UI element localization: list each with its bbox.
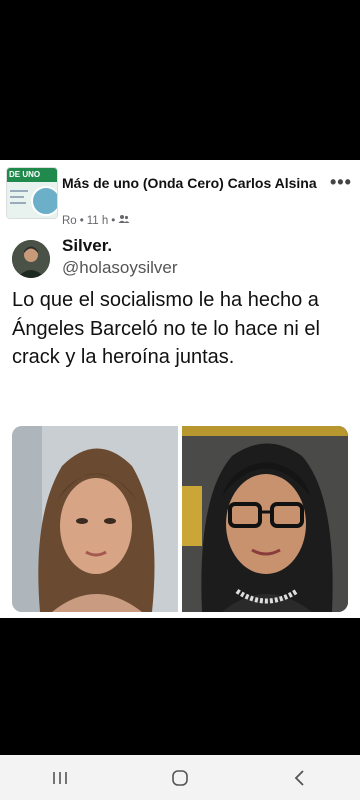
meta-separator: • xyxy=(111,214,116,227)
bottom-black-area xyxy=(0,618,360,755)
friends-audience-icon xyxy=(118,214,130,227)
more-options-icon[interactable]: ••• xyxy=(330,172,352,193)
post-author[interactable]: Ro xyxy=(62,215,77,227)
post-time[interactable]: 11 h xyxy=(87,215,109,227)
post-meta: Ro • 11 h • xyxy=(62,214,130,227)
tweet-author-handle[interactable]: @holasoysilver xyxy=(62,258,178,278)
group-avatar-badge xyxy=(31,186,57,216)
group-avatar[interactable]: DE UNO xyxy=(6,167,58,219)
facebook-post: DE UNO Más de uno (Onda Cero) Carlos Als… xyxy=(0,160,360,618)
back-icon[interactable] xyxy=(280,758,320,798)
home-icon[interactable] xyxy=(160,758,200,798)
tweet-photo-right[interactable] xyxy=(182,426,348,612)
top-black-area xyxy=(0,0,360,160)
tweet-author-name[interactable]: Silver. xyxy=(62,236,112,256)
recent-apps-icon[interactable] xyxy=(40,758,80,798)
tweet-avatar[interactable] xyxy=(12,240,50,278)
meta-separator: • xyxy=(79,214,84,227)
tweet-text: Lo que el socialismo le ha hecho a Ángel… xyxy=(12,289,320,368)
tweet-photo-left[interactable] xyxy=(12,426,178,612)
android-navigation-bar xyxy=(0,755,360,800)
group-avatar-label: DE UNO xyxy=(7,168,57,182)
post-header-name[interactable]: Más de uno (Onda Cero) Carlos Alsina xyxy=(62,174,324,193)
